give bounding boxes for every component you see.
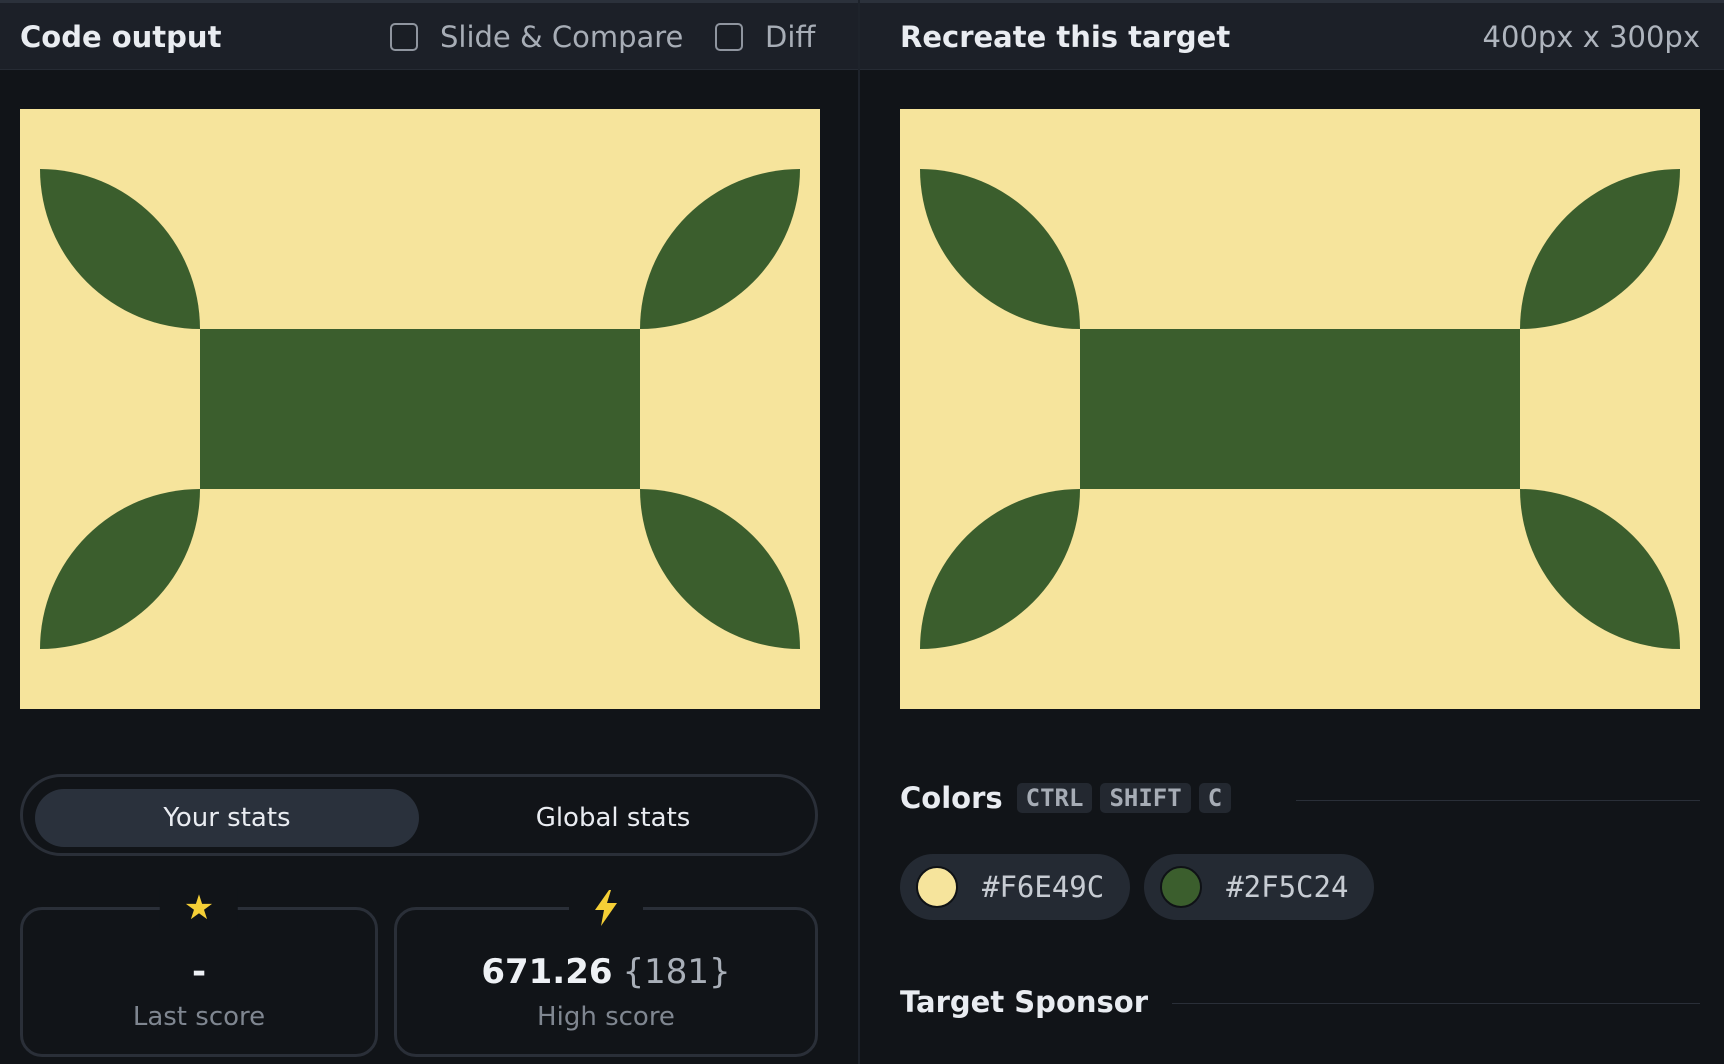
color-swatch[interactable]: #2F5C24 — [1144, 854, 1375, 920]
color-dot — [1160, 866, 1203, 908]
high-score-value: 671.26 {181} — [397, 952, 815, 992]
petal-bottom-right — [640, 489, 800, 649]
sponsor-divider — [1172, 1003, 1700, 1004]
target-panel: Recreate this target 400px x 300px Color… — [860, 0, 1724, 1064]
target-header: Recreate this target 400px x 300px — [860, 3, 1724, 70]
diff-checkbox[interactable] — [715, 23, 743, 51]
target-canvas — [900, 109, 1700, 709]
petal-bottom-left — [920, 489, 1080, 649]
center-bar — [1080, 329, 1520, 489]
diff-toggle[interactable]: Diff — [715, 20, 815, 54]
high-score-card: 671.26 {181} High score — [394, 888, 818, 1057]
petal-bottom-left — [40, 489, 200, 649]
slide-compare-toggle[interactable]: Slide & Compare — [390, 20, 683, 54]
color-hex: #F6E49C — [982, 870, 1105, 904]
petal-top-left — [920, 169, 1080, 329]
your-stats-tab[interactable]: Your stats — [35, 789, 419, 847]
star-icon: ★ — [159, 888, 239, 928]
slide-compare-label: Slide & Compare — [440, 20, 684, 54]
center-bar — [200, 329, 640, 489]
petal-top-left — [40, 169, 200, 329]
high-score-number: 671.26 — [481, 952, 613, 992]
code-output-panel: Code output Slide & Compare Diff Your st… — [0, 0, 858, 1064]
last-score-card: ★ - Last score — [20, 888, 378, 1057]
petal-top-right — [1520, 169, 1680, 329]
slide-compare-checkbox[interactable] — [390, 23, 418, 51]
sponsor-section-header: Target Sponsor — [900, 985, 1148, 1019]
diff-label: Diff — [765, 20, 816, 54]
last-score-value: - — [191, 952, 207, 992]
global-stats-tab[interactable]: Global stats — [421, 789, 805, 847]
last-score-label: Last score — [132, 1002, 266, 1032]
target-shapes — [920, 169, 1680, 649]
target-dimensions: 400px x 300px — [1482, 20, 1700, 54]
colors-section-header: Colors CTRL SHIFT C — [900, 781, 1232, 815]
output-canvas — [20, 109, 820, 709]
output-shapes — [40, 169, 800, 649]
copy-colors-shortcut: CTRL SHIFT C — [1009, 783, 1232, 813]
high-score-count: {181} — [622, 952, 731, 992]
high-score-label: High score — [537, 1002, 675, 1032]
kbd-c: C — [1198, 783, 1232, 813]
color-swatch[interactable]: #F6E49C — [900, 854, 1131, 920]
color-swatches: #F6E49C #2F5C24 — [900, 854, 1388, 920]
stats-toggle: Your stats Global stats — [20, 774, 818, 856]
color-dot — [916, 866, 958, 908]
colors-title: Colors — [900, 781, 1003, 815]
target-title: Recreate this target — [900, 20, 1231, 54]
kbd-ctrl: CTRL — [1016, 783, 1093, 813]
colors-divider — [1296, 800, 1700, 801]
code-output-title: Code output — [20, 20, 222, 54]
code-output-header: Code output Slide & Compare Diff — [0, 3, 858, 70]
lightning-icon — [569, 888, 643, 926]
sponsor-title: Target Sponsor — [900, 985, 1149, 1019]
kbd-shift: SHIFT — [1100, 783, 1191, 813]
petal-bottom-right — [1520, 489, 1680, 649]
color-hex: #2F5C24 — [1226, 870, 1349, 904]
petal-top-right — [640, 169, 800, 329]
